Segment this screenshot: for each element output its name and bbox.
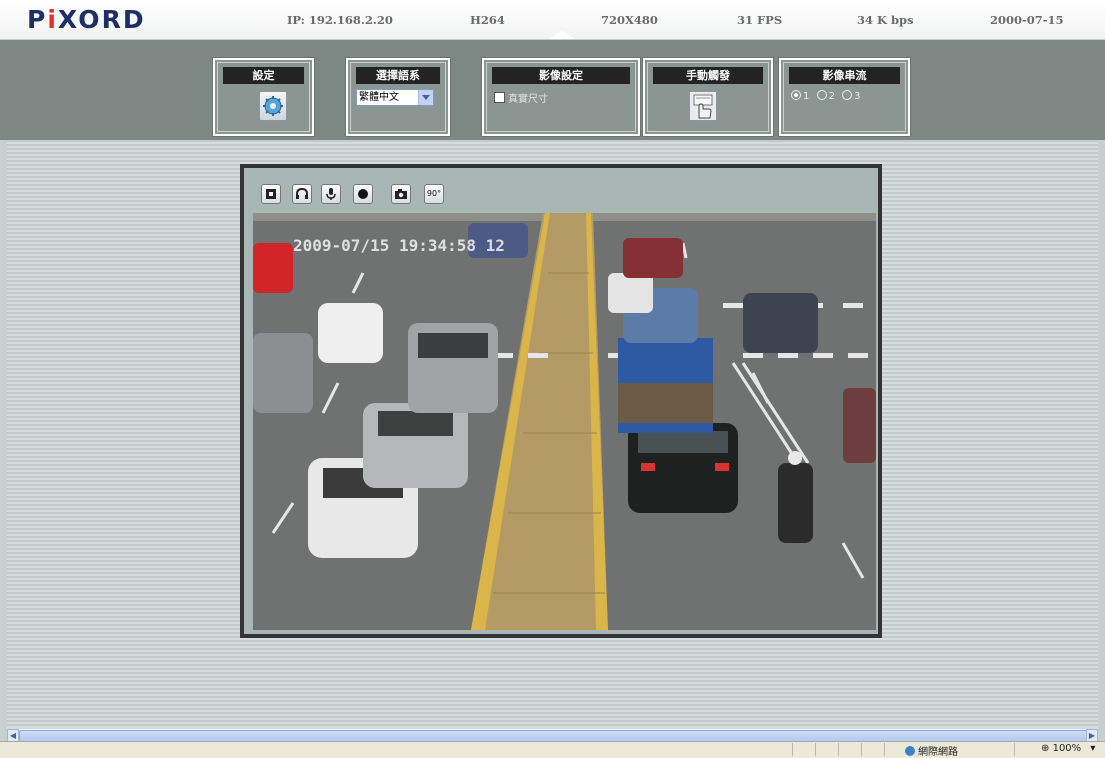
bitrate-label: 34 K bps bbox=[857, 13, 914, 27]
image-settings-title: 影像設定 bbox=[492, 67, 630, 84]
stream-panel: 影像串流 1 2 3 bbox=[778, 57, 911, 137]
codec-label: H264 bbox=[470, 13, 505, 27]
settings-panel: 設定 bbox=[212, 57, 315, 137]
rotate-90-icon: 90° bbox=[426, 189, 442, 198]
browser-status-bar: 網際網路 ⊕ 100% ▾ bbox=[0, 741, 1105, 758]
language-selected-value: 繁體中文 bbox=[359, 92, 399, 103]
real-size-label: 真實尺寸 bbox=[508, 94, 548, 105]
checkbox-box[interactable] bbox=[494, 92, 505, 103]
settings-title: 設定 bbox=[223, 67, 304, 84]
resolution-label: 720X480 bbox=[601, 13, 658, 27]
zoom-control[interactable]: ⊕ 100% ▾ bbox=[1041, 743, 1095, 754]
fps-label: 31 FPS bbox=[737, 13, 783, 27]
ip-address: IP: 192.168.2.20 bbox=[287, 13, 393, 27]
stream-radio-2[interactable] bbox=[816, 90, 827, 100]
snapshot-button[interactable] bbox=[391, 184, 411, 204]
video-viewer: 90° 2009-07/15 19:34:58 12 bbox=[240, 164, 882, 638]
horizontal-scrollbar[interactable]: ◀ ▶ bbox=[7, 728, 1098, 742]
listen-button[interactable] bbox=[292, 184, 312, 204]
live-video-feed[interactable]: 2009-07/15 19:34:58 12 bbox=[253, 213, 876, 630]
stream-radio-group: 1 2 3 bbox=[791, 90, 865, 102]
top-info-bar: PiXORD IP: 192.168.2.20 H264 720X480 31 … bbox=[0, 0, 1105, 40]
snapshot-icon bbox=[395, 189, 407, 199]
manual-trigger-title: 手動觸發 bbox=[653, 67, 763, 84]
gear-icon bbox=[263, 96, 283, 116]
settings-button[interactable] bbox=[259, 91, 287, 121]
stream-option-2-label: 2 bbox=[828, 91, 835, 102]
headphone-icon bbox=[296, 187, 308, 199]
fullscreen-icon bbox=[266, 189, 276, 199]
pixord-logo: PiXORD bbox=[27, 5, 146, 34]
manual-trigger-panel: 手動觸發 bbox=[642, 57, 774, 137]
image-settings-panel: 影像設定 真實尺寸 bbox=[481, 57, 641, 137]
language-panel: 選擇語系 繁體中文 bbox=[345, 57, 451, 137]
zone-label: 網際網路 bbox=[918, 747, 958, 758]
traffic-camera-image: 2009-07/15 19:34:58 12 bbox=[253, 213, 876, 630]
zoom-level: 100% bbox=[1052, 743, 1082, 754]
rotate-button[interactable]: 90° bbox=[424, 184, 444, 204]
zoom-icon: ⊕ bbox=[1041, 743, 1050, 754]
language-select[interactable]: 繁體中文 bbox=[356, 89, 434, 106]
stream-radio-1[interactable] bbox=[791, 90, 801, 100]
stream-radio-3[interactable] bbox=[842, 90, 853, 100]
stream-title: 影像串流 bbox=[789, 67, 900, 84]
stream-option-3-label: 3 bbox=[854, 91, 861, 102]
date-label: 2000-07-15 bbox=[990, 13, 1064, 27]
language-title: 選擇語系 bbox=[356, 67, 440, 84]
collapse-arrow-icon[interactable] bbox=[549, 31, 575, 39]
timestamp-overlay: 2009-07/15 19:34:58 12 bbox=[293, 236, 505, 255]
trigger-hand-icon bbox=[693, 94, 713, 119]
talk-button[interactable] bbox=[321, 184, 341, 204]
security-zone: 網際網路 bbox=[905, 743, 958, 758]
real-size-checkbox[interactable]: 真實尺寸 bbox=[494, 90, 548, 105]
manual-trigger-button[interactable] bbox=[689, 91, 717, 121]
chevron-down-icon[interactable] bbox=[418, 90, 433, 105]
fullscreen-button[interactable] bbox=[261, 184, 281, 204]
chevron-down-icon[interactable]: ▾ bbox=[1090, 743, 1095, 754]
record-button[interactable] bbox=[353, 184, 373, 204]
microphone-icon bbox=[326, 188, 336, 200]
record-icon bbox=[358, 189, 368, 199]
stream-option-1-label: 1 bbox=[803, 91, 810, 102]
control-band: 設定 選擇語系 繁體中文 影像設定 真實尺寸 手動觸發 影像串流 1 2 3 bbox=[0, 40, 1105, 140]
globe-icon bbox=[905, 746, 915, 756]
